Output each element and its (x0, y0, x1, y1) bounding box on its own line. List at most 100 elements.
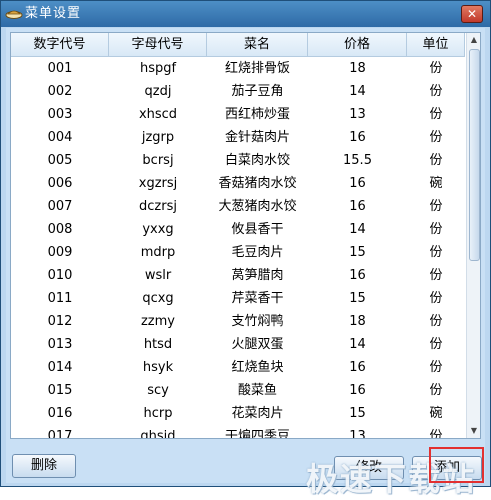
price-cell: 14 (349, 337, 366, 352)
unit-cell: 份 (429, 337, 443, 352)
scroll-down-arrow-icon[interactable]: ▼ (467, 424, 480, 438)
price-cell: 16 (349, 199, 366, 214)
number-code-cell: 011 (47, 291, 73, 306)
letter-code-cell: ghsjd (140, 429, 176, 438)
price-cell: 15.5 (343, 153, 372, 168)
unit-cell: 碗 (429, 176, 443, 191)
menu-settings-window: 菜单设置 ✕ 数字代号 字母代号 菜名 价格 单位 001 hspgf 红烧排骨饭 1… (0, 0, 491, 498)
price-cell: 16 (349, 383, 366, 398)
unit-cell: 份 (429, 360, 443, 375)
scroll-up-arrow-icon[interactable]: ▲ (467, 33, 480, 47)
number-code-cell: 012 (47, 314, 73, 329)
price-cell: 18 (349, 61, 366, 76)
letter-code-cell: jzgrp (141, 130, 175, 145)
table-row[interactable]: 010 wslr 莴笋腊肉 16 份 (11, 264, 465, 287)
window-title: 菜单设置 (25, 6, 82, 21)
price-cell: 13 (349, 107, 366, 122)
column-header-dish-name[interactable]: 菜名 (207, 33, 308, 57)
number-code-cell: 005 (47, 153, 73, 168)
unit-cell: 份 (429, 222, 443, 237)
number-code-cell: 001 (47, 61, 73, 76)
price-cell: 14 (349, 222, 366, 237)
number-code-cell: 004 (47, 130, 73, 145)
window-content: 数字代号 字母代号 菜名 价格 单位 001 hspgf 红烧排骨饭 18 份 002 qz… (6, 28, 485, 498)
dish-name-cell: 酸菜鱼 (237, 383, 277, 398)
letter-code-cell: hspgf (139, 61, 177, 76)
number-code-cell: 010 (47, 268, 73, 283)
table-row[interactable]: 014 hsyk 红烧鱼块 16 份 (11, 356, 465, 379)
letter-code-cell: qcxg (142, 291, 174, 306)
dish-name-cell: 大葱猪肉水饺 (218, 199, 297, 214)
dish-name-cell: 香菇猪肉水饺 (218, 176, 297, 191)
table-row[interactable]: 009 mdrp 毛豆肉片 15 份 (11, 241, 465, 264)
column-header-letter-code[interactable]: 字母代号 (109, 33, 207, 57)
number-code-cell: 017 (47, 429, 73, 438)
number-code-cell: 006 (47, 176, 73, 191)
number-code-cell: 009 (47, 245, 73, 260)
table-row[interactable]: 001 hspgf 红烧排骨饭 18 份 (11, 57, 465, 80)
dish-name-cell: 白菜肉水饺 (224, 153, 290, 168)
table-row[interactable]: 012 zzmy 支竹焖鸭 18 份 (11, 310, 465, 333)
table-row[interactable]: 016 hcrp 花菜肉片 15 碗 (11, 402, 465, 425)
unit-cell: 份 (429, 199, 443, 214)
dish-name-cell: 红烧排骨饭 (224, 61, 290, 76)
price-cell: 15 (349, 406, 366, 421)
price-cell: 15 (349, 245, 366, 260)
unit-cell: 份 (429, 61, 443, 76)
dish-name-cell: 花菜肉片 (231, 406, 284, 421)
unit-cell: 份 (429, 383, 443, 398)
table-row[interactable]: 006 xgzrsj 香菇猪肉水饺 16 碗 (11, 172, 465, 195)
scrollbar-thumb[interactable] (469, 49, 480, 261)
table-body: 001 hspgf 红烧排骨饭 18 份 002 qzdj 茄子豆角 14 份 003 xhscd 西红… (11, 57, 465, 438)
letter-code-cell: zzmy (140, 314, 175, 329)
unit-cell: 份 (429, 107, 443, 122)
price-cell: 16 (349, 268, 366, 283)
letter-code-cell: xgzrsj (138, 176, 178, 191)
table-row[interactable]: 017 ghsjd 干煸四季豆 13 份 (11, 425, 465, 438)
dish-name-cell: 攸县香干 (231, 222, 284, 237)
table-row[interactable]: 008 yxxg 攸县香干 14 份 (11, 218, 465, 241)
number-code-cell: 007 (47, 199, 73, 214)
table-row[interactable]: 013 htsd 火腿双蛋 14 份 (11, 333, 465, 356)
vertical-scrollbar[interactable]: ▲ ▼ (466, 33, 480, 438)
table-header: 数字代号 字母代号 菜名 价格 单位 (11, 33, 465, 57)
unit-cell: 份 (429, 245, 443, 260)
table-row[interactable]: 011 qcxg 芹菜香干 15 份 (11, 287, 465, 310)
dish-name-cell: 金针菇肉片 (224, 130, 290, 145)
price-cell: 15 (349, 291, 366, 306)
column-header-price[interactable]: 价格 (308, 33, 407, 57)
number-code-cell: 013 (47, 337, 73, 352)
table-row[interactable]: 004 jzgrp 金针菇肉片 16 份 (11, 126, 465, 149)
table-row[interactable]: 003 xhscd 西红柿炒蛋 13 份 (11, 103, 465, 126)
letter-code-cell: hsyk (142, 360, 174, 375)
letter-code-cell: htsd (143, 337, 173, 352)
letter-code-cell: hcrp (143, 406, 173, 421)
close-button[interactable]: ✕ (461, 5, 483, 23)
table-row[interactable]: 002 qzdj 茄子豆角 14 份 (11, 80, 465, 103)
column-header-unit[interactable]: 单位 (407, 33, 465, 57)
dish-name-cell: 西红柿炒蛋 (224, 107, 290, 122)
edit-button[interactable]: 修改 (334, 456, 404, 480)
delete-button[interactable]: 删除 (12, 454, 76, 478)
dish-name-cell: 毛豆肉片 (231, 245, 284, 260)
table-row[interactable]: 005 bcrsj 白菜肉水饺 15.5 份 (11, 149, 465, 172)
price-cell: 13 (349, 429, 366, 438)
price-cell: 14 (349, 84, 366, 99)
dish-name-cell: 火腿双蛋 (231, 337, 284, 352)
letter-code-cell: mdrp (140, 245, 176, 260)
letter-code-cell: qzdj (144, 84, 172, 99)
number-code-cell: 003 (47, 107, 73, 122)
table-row[interactable]: 015 scy 酸菜鱼 16 份 (11, 379, 465, 402)
unit-cell: 份 (429, 153, 443, 168)
title-bar[interactable]: 菜单设置 ✕ (1, 1, 490, 27)
table-row[interactable]: 007 dczrsj 大葱猪肉水饺 16 份 (11, 195, 465, 218)
unit-cell: 份 (429, 84, 443, 99)
dish-name-cell: 红烧鱼块 (231, 360, 284, 375)
price-cell: 16 (349, 360, 366, 375)
dish-name-cell: 茄子豆角 (231, 84, 284, 99)
dish-name-cell: 支竹焖鸭 (231, 314, 284, 329)
price-cell: 18 (349, 314, 366, 329)
dish-icon (5, 10, 23, 19)
unit-cell: 份 (429, 314, 443, 329)
column-header-number-code[interactable]: 数字代号 (11, 33, 109, 57)
